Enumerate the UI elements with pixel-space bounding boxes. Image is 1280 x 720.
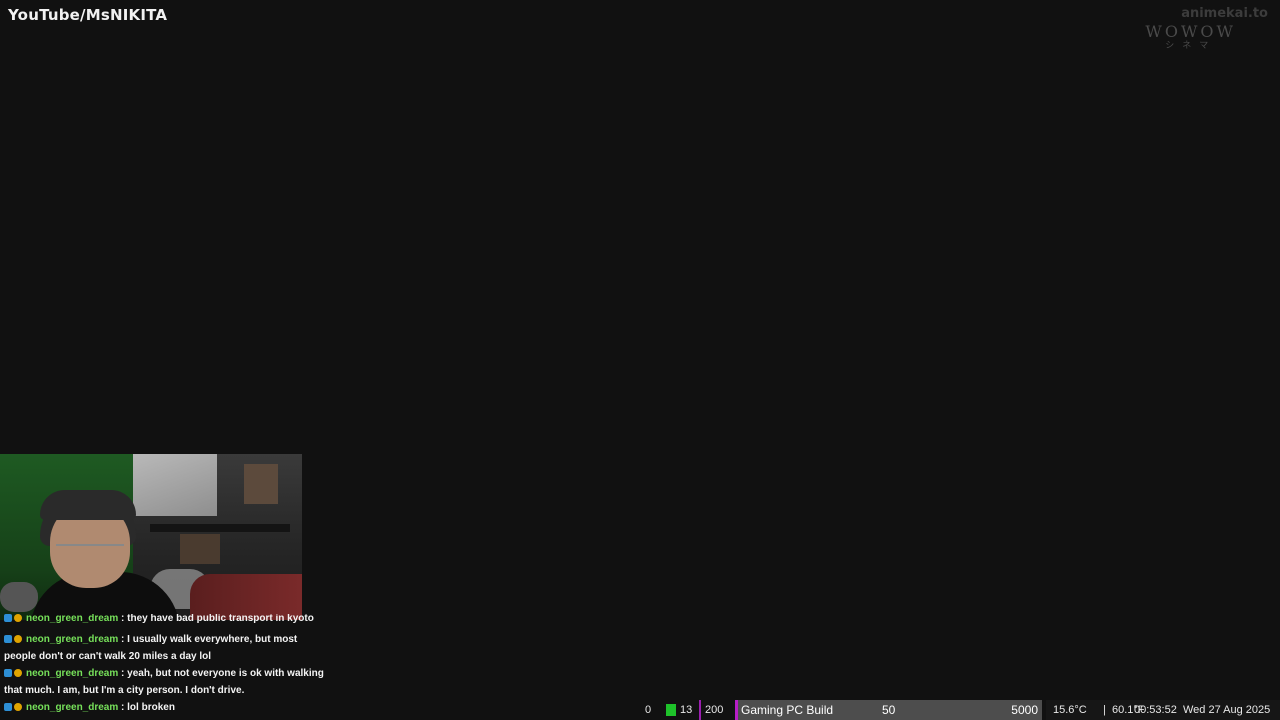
site-watermark: animekai.to xyxy=(1181,6,1268,21)
broadcaster-logo: WOWOW シネマ xyxy=(1145,22,1236,51)
goal-label: Gaming PC Build xyxy=(741,703,834,717)
chat-message: neon_green_dream : I usually walk everyw… xyxy=(4,631,330,665)
platform-count-value: 13 xyxy=(680,704,693,716)
goal-target: 5000 xyxy=(1011,703,1038,717)
shelf xyxy=(150,524,290,532)
info-panel: 15.6°C | 60.1°F 00:53:52 Wed 27 Aug 2025 xyxy=(1046,700,1280,720)
temperature-separator: | xyxy=(1103,704,1106,716)
platform-logo-icon xyxy=(666,704,676,716)
chat-username: neon_green_dream xyxy=(26,668,119,679)
webcam-feed xyxy=(0,454,302,620)
chat-message: neon_green_dream : they have bad public … xyxy=(4,614,330,624)
sub-badge-icon xyxy=(4,669,12,677)
clock-date: Wed 27 Aug 2025 xyxy=(1183,704,1271,716)
sub-badge-icon xyxy=(4,635,12,643)
chat-message: neon_green_dream : yeah, but not everyon… xyxy=(4,665,330,699)
status-bar: 0 13 200 Gaming PC Build 50 5000 15.6°C … xyxy=(0,700,1280,720)
chat-username: neon_green_dream xyxy=(26,614,119,624)
shelf-box xyxy=(180,534,220,564)
goal-progress-bar: Gaming PC Build 50 5000 xyxy=(735,700,1042,720)
goal-current: 50 xyxy=(882,703,896,717)
goal-accent xyxy=(735,700,738,720)
bits-badge-icon xyxy=(14,635,22,643)
chat-username: neon_green_dream xyxy=(26,634,119,645)
clock-time: 00:53:52 xyxy=(1134,704,1177,716)
microphone xyxy=(0,582,38,612)
bits-badge-icon xyxy=(14,614,22,622)
channel-watermark: YouTube/MsNIKITA xyxy=(8,6,168,24)
shelf-box xyxy=(244,464,278,504)
temperature-celsius: 15.6°C xyxy=(1053,704,1087,716)
platform-count: 13 xyxy=(666,700,692,720)
chat-text: : they have bad public transport in kyot… xyxy=(118,614,314,624)
sub-badge-icon xyxy=(4,614,12,622)
glasses xyxy=(56,544,124,558)
viewer-count: 0 xyxy=(645,704,652,716)
follower-count: 200 xyxy=(699,700,723,720)
bits-badge-icon xyxy=(14,669,22,677)
paper-sheet xyxy=(133,454,217,516)
streamer-hair-top xyxy=(40,490,136,520)
